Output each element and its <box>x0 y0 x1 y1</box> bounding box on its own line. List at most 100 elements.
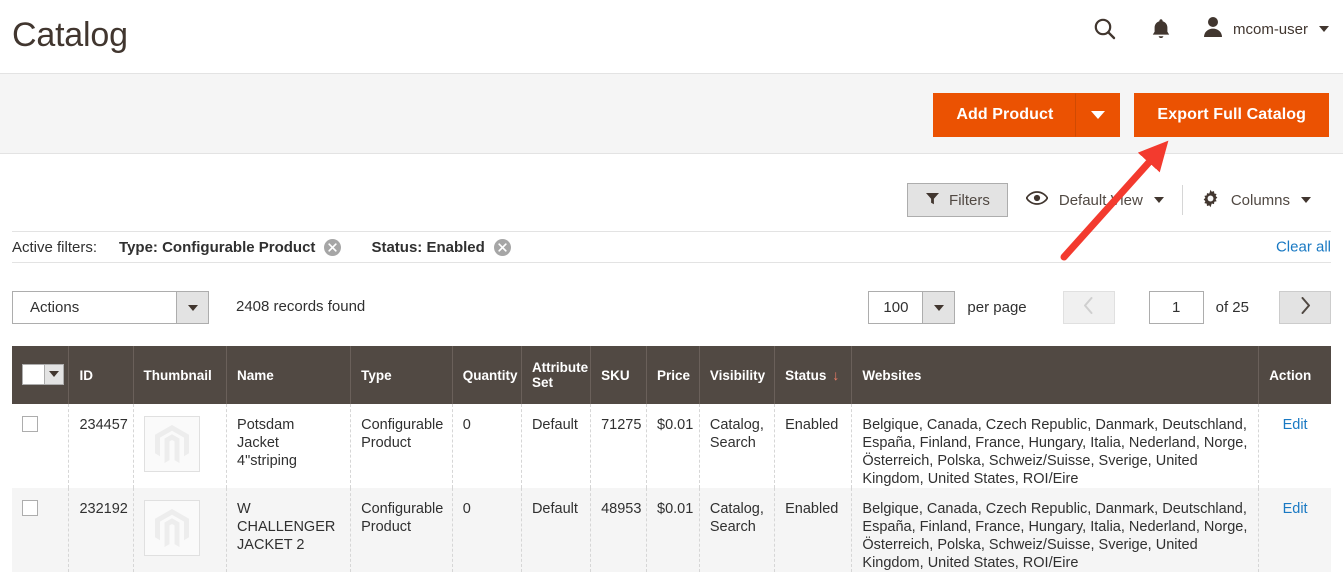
cell-price: $0.01 <box>646 488 700 572</box>
mass-actions-label: Actions <box>30 299 80 316</box>
chevron-down-icon <box>1301 197 1311 203</box>
grid-view-controls: Filters Default View Columns <box>907 183 1329 217</box>
column-header-attribute-set[interactable]: Attribute Set <box>521 346 592 404</box>
previous-page-button[interactable] <box>1062 291 1115 324</box>
cell-quantity: 0 <box>452 404 522 488</box>
cell-id: 232192 <box>68 488 134 572</box>
chevron-down-icon <box>187 304 198 311</box>
cell-attribute-set: Default <box>521 404 592 488</box>
remove-filter-icon[interactable] <box>324 238 342 256</box>
funnel-icon <box>925 191 940 210</box>
header-actions: mcom-user <box>1090 14 1329 44</box>
sort-descending-icon: ↓ <box>832 367 840 383</box>
filters-button[interactable]: Filters <box>907 183 1008 217</box>
cell-websites: Belgique, Canada, Czech Republic, Danmar… <box>851 404 1260 488</box>
active-filter-label: Status: Enabled <box>371 238 485 256</box>
active-filter-label: Type: Configurable Product <box>119 238 316 256</box>
clear-all-filters-link[interactable]: Clear all <box>1276 239 1331 256</box>
column-header-price[interactable]: Price <box>646 346 700 404</box>
cell-visibility: Catalog, Search <box>699 488 776 572</box>
add-product-dropdown-toggle[interactable] <box>1076 93 1121 137</box>
cell-action: Edit <box>1258 488 1331 572</box>
chevron-left-icon <box>1083 296 1094 319</box>
cell-name: W CHALLENGER JACKET 2 <box>226 488 352 572</box>
column-header-websites[interactable]: Websites <box>851 346 1260 404</box>
column-header-sku[interactable]: SKU <box>590 346 647 404</box>
chevron-down-icon <box>1319 26 1329 32</box>
products-grid: ID Thumbnail Name Type Quantity Attribut… <box>12 346 1331 572</box>
active-filters-label: Active filters: <box>12 238 98 256</box>
default-view-label: Default View <box>1058 191 1143 209</box>
cell-sku: 71275 <box>590 404 647 488</box>
gear-icon <box>1201 189 1220 212</box>
total-pages-label: of 25 <box>1215 299 1249 316</box>
table-header-row: ID Thumbnail Name Type Quantity Attribut… <box>12 346 1331 404</box>
per-page-value: 100 <box>883 299 909 316</box>
eye-icon <box>1025 191 1049 209</box>
next-page-button[interactable] <box>1279 291 1331 324</box>
select-all-checkbox-dropdown[interactable] <box>22 363 64 385</box>
table-row[interactable]: 234457 Potsdam Jacket 4"striping Configu… <box>12 404 1331 488</box>
row-checkbox[interactable] <box>22 500 38 516</box>
column-header-visibility[interactable]: Visibility <box>699 346 776 404</box>
records-found-label: 2408 records found <box>236 298 366 315</box>
cell-thumbnail <box>133 488 228 572</box>
grid-toolbar: Actions 2408 records found 100 per page <box>0 283 1343 331</box>
column-header-id[interactable]: ID <box>68 346 134 404</box>
column-header-status-label: Status <box>785 368 827 383</box>
cell-thumbnail <box>133 404 228 488</box>
cell-name: Potsdam Jacket 4"striping <box>226 404 352 488</box>
active-filters-row: Active filters: Type: Configurable Produ… <box>12 231 1331 263</box>
column-header-thumbnail[interactable]: Thumbnail <box>133 346 228 404</box>
page-title: Catalog <box>12 16 128 54</box>
per-page-label: per page <box>967 299 1027 316</box>
select-all-dropdown-toggle[interactable] <box>44 364 63 384</box>
row-checkbox[interactable] <box>22 416 38 432</box>
column-header-status[interactable]: Status ↓ <box>774 346 853 404</box>
column-header-type[interactable]: Type <box>350 346 453 404</box>
magento-placeholder-icon <box>143 500 200 556</box>
cell-id: 234457 <box>68 404 134 488</box>
columns-selector[interactable]: Columns <box>1183 183 1329 217</box>
edit-link[interactable]: Edit <box>1283 501 1308 517</box>
per-page-dropdown[interactable]: 100 <box>868 291 956 324</box>
cell-quantity: 0 <box>452 488 522 572</box>
remove-filter-icon[interactable] <box>493 238 511 256</box>
bell-icon[interactable] <box>1146 14 1176 44</box>
cell-visibility: Catalog, Search <box>699 404 776 488</box>
cell-websites: Belgique, Canada, Czech Republic, Danmar… <box>851 488 1260 572</box>
default-view-selector[interactable]: Default View <box>1008 183 1182 217</box>
select-all-checkbox[interactable] <box>23 364 44 384</box>
per-page-toggle[interactable] <box>922 292 955 323</box>
table-row[interactable]: 232192 W CHALLENGER JACKET 2 Configurabl… <box>12 488 1331 572</box>
column-header-quantity[interactable]: Quantity <box>452 346 522 404</box>
mass-actions-toggle[interactable] <box>176 292 208 323</box>
admin-header: Catalog mcom-user <box>0 0 1343 73</box>
cell-action: Edit <box>1258 404 1331 488</box>
grid-pager: 100 per page 1 of 25 <box>868 291 1331 324</box>
user-menu[interactable]: mcom-user <box>1202 15 1329 44</box>
user-name-label: mcom-user <box>1232 20 1308 38</box>
chevron-right-icon <box>1300 296 1311 319</box>
page-actions-band: Add Product Export Full Catalog <box>0 73 1343 154</box>
page-actions: Add Product Export Full Catalog <box>933 93 1329 137</box>
cell-status: Enabled <box>774 488 853 572</box>
export-full-catalog-button[interactable]: Export Full Catalog <box>1134 93 1329 137</box>
chevron-down-icon <box>933 304 944 311</box>
search-icon[interactable] <box>1090 14 1120 44</box>
mass-actions-dropdown[interactable]: Actions <box>12 291 209 324</box>
active-filter-chip: Type: Configurable Product <box>119 238 342 256</box>
select-all-column-header <box>12 346 70 404</box>
add-product-button[interactable]: Add Product <box>933 93 1077 137</box>
cell-sku: 48953 <box>590 488 647 572</box>
page-number-input[interactable]: 1 <box>1148 291 1204 324</box>
column-header-name[interactable]: Name <box>226 346 352 404</box>
active-filter-chip: Status: Enabled <box>371 238 511 256</box>
add-product-split-button: Add Product <box>933 93 1121 137</box>
row-select-cell <box>12 404 70 488</box>
edit-link[interactable]: Edit <box>1283 417 1308 433</box>
cell-type: Configurable Product <box>350 488 453 572</box>
magento-placeholder-icon <box>143 416 200 472</box>
columns-label: Columns <box>1230 191 1290 209</box>
catalog-admin-page: Catalog mcom-user Add Product Export Ful… <box>0 0 1343 580</box>
